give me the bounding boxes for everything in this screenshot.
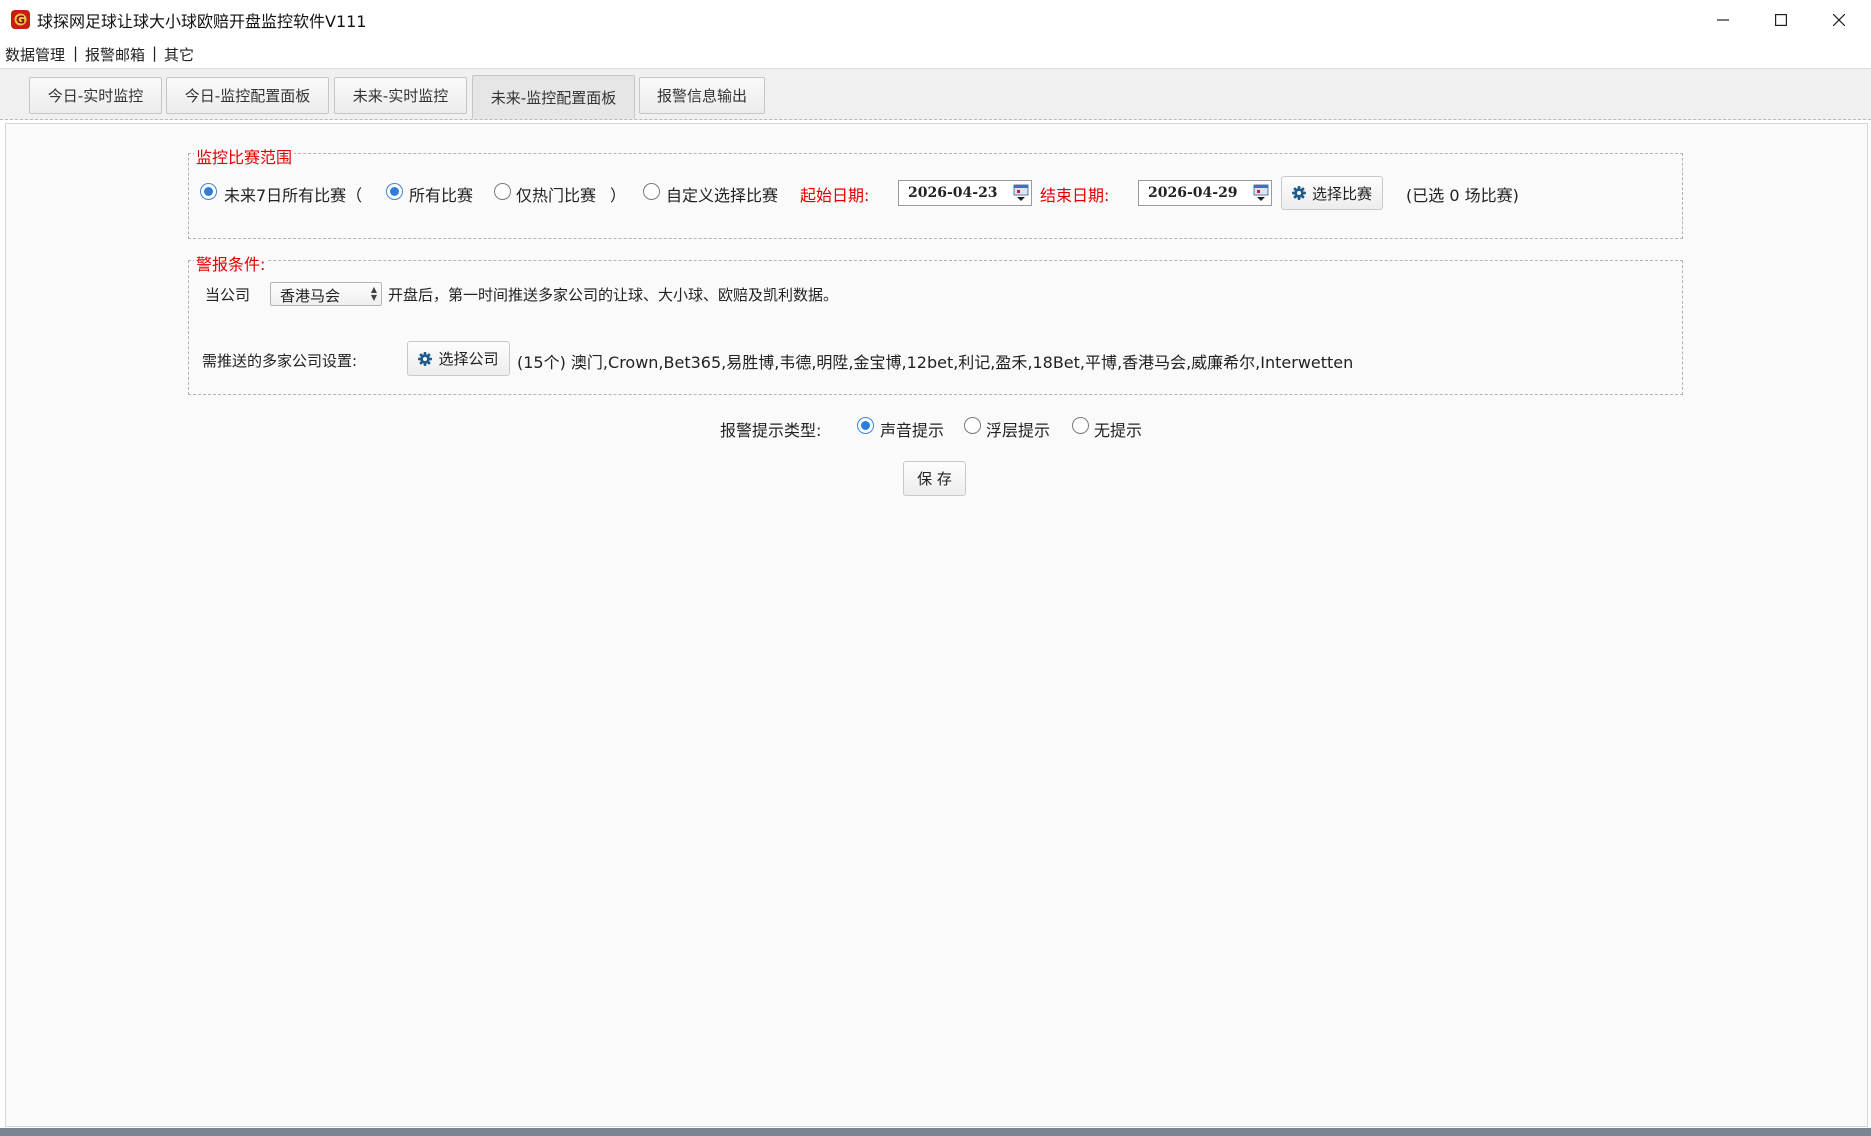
close-button[interactable] [1810,0,1868,39]
alarm-condition-legend: 警报条件: [194,251,268,275]
start-date-picker[interactable]: 2026-04-23 [898,180,1032,206]
menu-separator: | [152,44,158,62]
select-company-label: 选择公司 [438,350,499,368]
menu-other[interactable]: 其它 [164,44,194,65]
start-date-label: 起始日期: [800,186,870,205]
close-icon [1833,13,1845,26]
tab-future-realtime[interactable]: 未来-实时监控 [334,77,467,114]
radio-no-alert-label: 无提示 [1094,421,1143,440]
radio-popup-alert[interactable] [964,417,981,434]
radio-custom-matches[interactable] [643,183,660,200]
end-date-value: 2026-04-29 [1148,185,1238,201]
alert-type-label: 报警提示类型: [720,421,822,440]
tab-alarm-output[interactable]: 报警信息输出 [639,77,765,114]
menu-bar: 数据管理 | 报警邮箱 | 其它 [0,39,1871,67]
radio-all-matches[interactable] [386,183,403,200]
start-date-value: 2026-04-23 [908,185,998,201]
tab-today-realtime[interactable]: 今日-实时监控 [29,77,162,114]
calendar-icon[interactable] [1253,184,1269,202]
paren-close: ） [610,186,627,205]
gear-icon [1291,186,1306,200]
company-select-value: 香港马会 [280,287,341,305]
spinner-arrows-icon: ▲ ▼ [370,285,377,302]
save-button[interactable]: 保 存 [903,461,966,496]
company-list: (15个) 澳门,Crown,Bet365,易胜博,韦德,明陞,金宝博,12be… [517,353,1354,372]
radio-future-7-days[interactable] [200,183,217,200]
radio-sound-alert[interactable] [857,417,874,434]
radio-future-7-days-label: 未来7日所有比赛（ [224,186,363,205]
svg-text:G: G [16,14,25,27]
gear-icon [418,351,433,366]
app-logo-icon: G [11,10,30,29]
window-title: 球探网足球让球大小球欧赔开盘监控软件V111 [37,12,367,31]
tab-strip: 今日-实时监控 今日-监控配置面板 未来-实时监控 未来-监控配置面板 报警信息… [0,68,1871,120]
radio-hot-matches-label: 仅热门比赛 [516,186,597,205]
minimize-button[interactable] [1694,0,1752,39]
when-company-label: 当公司 [205,286,251,304]
radio-all-matches-label: 所有比赛 [409,186,474,205]
maximize-button[interactable] [1752,0,1810,39]
selected-match-count: (已选 0 场比赛) [1406,186,1519,205]
company-select[interactable]: 香港马会 ▲ ▼ [270,282,382,306]
radio-sound-alert-label: 声音提示 [880,421,945,440]
maximize-icon [1775,13,1787,26]
radio-popup-alert-label: 浮层提示 [986,421,1051,440]
tab-future-config[interactable]: 未来-监控配置面板 [472,75,635,119]
select-match-label: 选择比赛 [1311,184,1372,203]
tab-today-config[interactable]: 今日-监控配置面板 [166,77,329,114]
select-match-button[interactable]: 选择比赛 [1281,176,1383,210]
minimize-icon [1717,18,1729,21]
menu-alarm-email[interactable]: 报警邮箱 [85,44,145,65]
radio-custom-matches-label: 自定义选择比赛 [666,186,779,205]
select-company-button[interactable]: 选择公司 [407,341,510,376]
end-date-picker[interactable]: 2026-04-29 [1138,180,1272,206]
title-bar: G 球探网足球让球大小球欧赔开盘监控软件V111 [0,0,1871,39]
after-open-description: 开盘后，第一时间推送多家公司的让球、大小球、欧赔及凯利数据。 [388,286,839,304]
calendar-icon[interactable] [1013,184,1029,202]
menu-separator: | [73,44,79,62]
multi-company-label: 需推送的多家公司设置: [202,352,358,370]
menu-data-management[interactable]: 数据管理 [5,44,65,65]
radio-hot-matches[interactable] [494,183,511,200]
radio-no-alert[interactable] [1072,417,1089,434]
match-range-legend: 监控比赛范围 [194,144,295,168]
window-bottom-edge [0,1128,1871,1136]
end-date-label: 结束日期: [1040,186,1110,205]
